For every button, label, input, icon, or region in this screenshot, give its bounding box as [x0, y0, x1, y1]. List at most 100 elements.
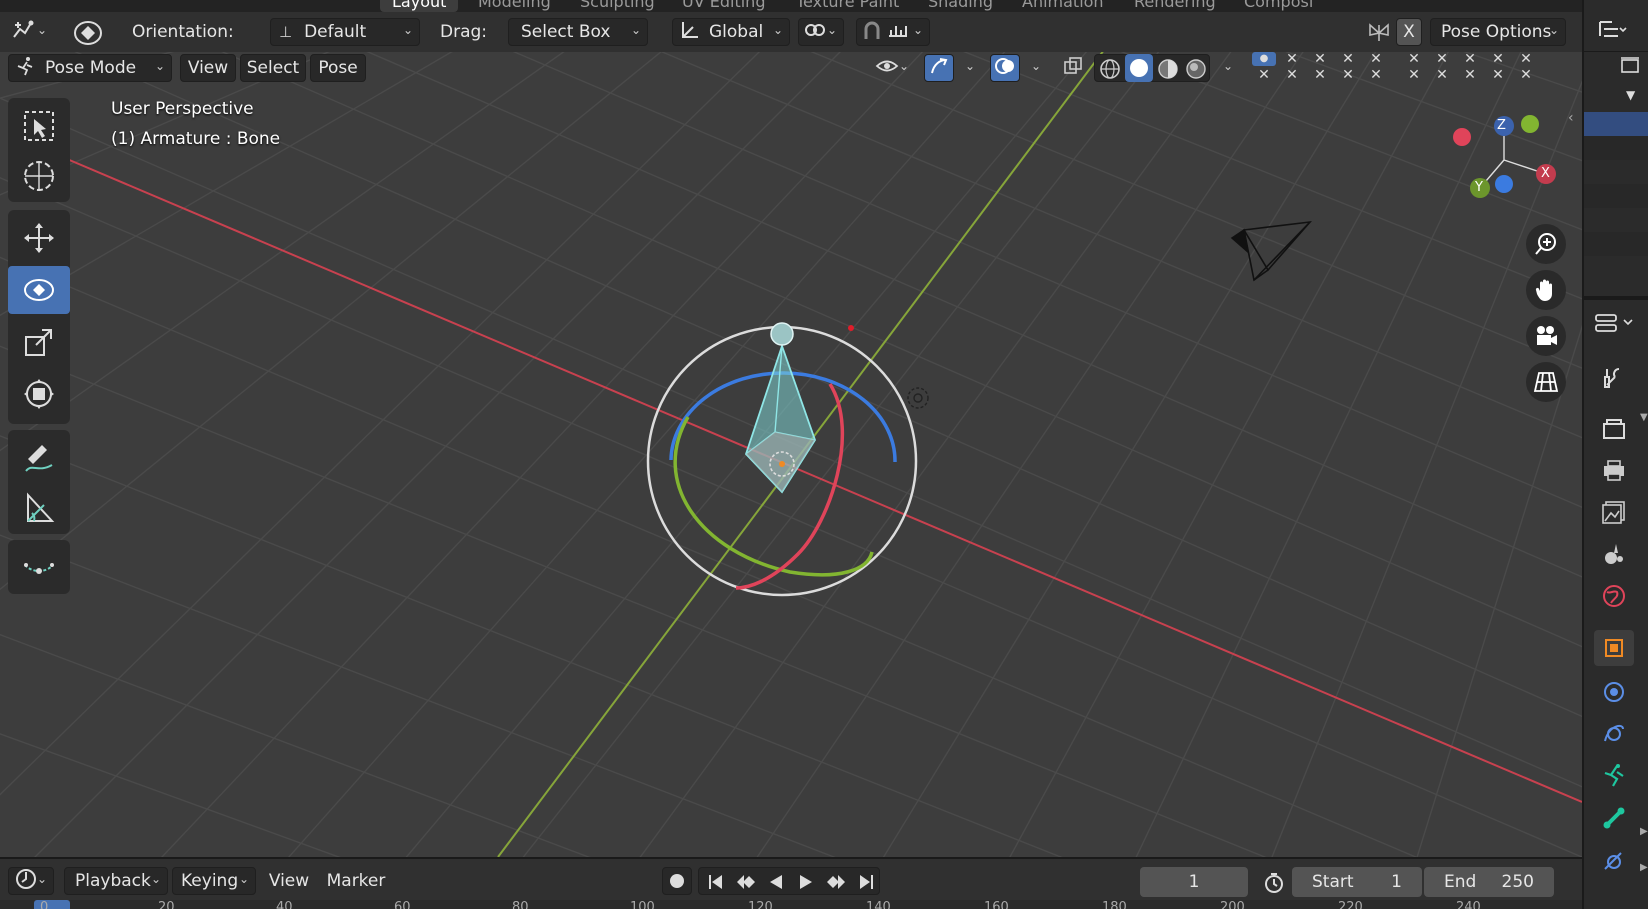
rotate-tool[interactable] — [8, 266, 70, 314]
filter-icon[interactable] — [1620, 56, 1640, 79]
pose-relax-tool[interactable] — [8, 544, 70, 592]
timeline-ruler[interactable]: 0 20 40 60 80 100 120 140 160 180 200 220 240 — [0, 900, 1582, 909]
tab-texture-paint[interactable]: Texture Paint — [796, 0, 899, 12]
bone-layer-toggle[interactable]: ✕ — [1486, 52, 1510, 66]
bone-layer-toggle[interactable]: ✕ — [1402, 52, 1426, 66]
tab-rendering[interactable]: Rendering — [1134, 0, 1216, 12]
transform-tool[interactable] — [8, 370, 70, 418]
panel-expand-icon[interactable]: ▶ — [1640, 862, 1648, 873]
bone-tail[interactable] — [770, 322, 794, 346]
view-layer-properties-tab[interactable] — [1594, 494, 1634, 530]
play-icon[interactable] — [791, 867, 821, 897]
tab-layout[interactable]: Layout — [380, 0, 459, 12]
menu-pose[interactable]: Pose — [310, 54, 366, 82]
constraints-properties-tab[interactable] — [1594, 716, 1634, 752]
bone-properties-tab[interactable] — [1594, 800, 1634, 836]
zoom-button[interactable] — [1526, 224, 1566, 264]
gizmo-neg-x[interactable] — [1453, 128, 1471, 146]
object-properties-tab[interactable] — [1594, 630, 1634, 666]
bone-layer-toggle[interactable]: ● — [1252, 52, 1276, 66]
jump-end-icon[interactable] — [851, 867, 881, 897]
bone-layer-toggle[interactable]: ✕ — [1514, 52, 1538, 66]
bone-layer-toggle[interactable]: ✕ — [1336, 52, 1360, 66]
bone-layer-toggle[interactable]: ✕ — [1336, 68, 1360, 82]
outliner-row[interactable] — [1584, 232, 1648, 256]
tab-shading[interactable]: Shading — [928, 0, 993, 12]
show-gizmo-toggle[interactable] — [924, 54, 954, 82]
tab-modeling[interactable]: Modeling — [478, 0, 551, 12]
physics-properties-tab[interactable] — [1594, 674, 1634, 710]
record-button[interactable] — [662, 867, 692, 895]
play-reverse-icon[interactable] — [761, 867, 791, 897]
camera-view-button[interactable] — [1526, 316, 1566, 356]
properties-editor-type[interactable] — [1594, 310, 1646, 342]
bone-layer-toggle[interactable]: ✕ — [1280, 68, 1304, 82]
annotate-tool[interactable] — [8, 434, 70, 482]
timeline-view-menu[interactable]: View — [264, 867, 314, 895]
tab-sculpting[interactable]: Sculpting — [580, 0, 655, 12]
bone-layer-toggle[interactable]: ✕ — [1308, 68, 1332, 82]
playback-menu[interactable]: Playback ⌄ — [64, 867, 168, 895]
bone-layer-toggle[interactable]: ✕ — [1252, 68, 1276, 82]
shading-dropdown[interactable]: ⌄ — [1212, 54, 1240, 82]
bone-layer-toggle[interactable]: ✕ — [1514, 68, 1538, 82]
sidebar-toggle-icon[interactable]: ‹ — [1568, 110, 1574, 126]
armature-properties-tab[interactable] — [1594, 758, 1634, 794]
outliner-selected-row[interactable] — [1584, 112, 1648, 136]
outliner-icon[interactable] — [1598, 18, 1628, 45]
light-object[interactable] — [907, 387, 929, 409]
transform-orientation-dropdown[interactable]: Global ⌄ — [672, 18, 790, 46]
xray-toggle[interactable] — [1058, 54, 1088, 82]
output-properties-tab[interactable] — [1594, 452, 1634, 488]
material-shading-icon[interactable] — [1157, 58, 1179, 85]
render-properties-tab[interactable] — [1594, 412, 1634, 448]
drag-dropdown[interactable]: Select Box ⌄ — [508, 18, 648, 46]
pivot-point-dropdown[interactable]: ⌄ — [798, 18, 844, 46]
bone-layer-toggle[interactable]: ✕ — [1364, 68, 1388, 82]
panel-expand-icon[interactable]: ▶ — [1640, 826, 1648, 837]
perspective-toggle-button[interactable] — [1526, 362, 1566, 402]
mode-dropdown[interactable]: Pose Mode ⌄ — [8, 54, 172, 82]
outliner-row[interactable] — [1584, 136, 1648, 160]
prev-keyframe-icon[interactable] — [731, 867, 761, 897]
jump-start-icon[interactable] — [701, 867, 731, 897]
bone-layer-toggle[interactable]: ✕ — [1486, 68, 1510, 82]
solid-shading-icon[interactable] — [1125, 54, 1153, 82]
next-keyframe-icon[interactable] — [821, 867, 851, 897]
cursor-tool[interactable] — [8, 152, 70, 200]
gizmo-dropdown[interactable]: ⌄ — [954, 54, 982, 82]
scale-tool[interactable] — [8, 318, 70, 366]
end-frame-field[interactable]: End 250 — [1424, 867, 1554, 897]
editor-type-button[interactable]: ⌄ — [6, 18, 54, 46]
bone-layer-toggle[interactable]: ✕ — [1308, 52, 1332, 66]
menu-select[interactable]: Select — [240, 54, 306, 82]
bone-layer-toggle[interactable]: ✕ — [1364, 52, 1388, 66]
start-frame-field[interactable]: Start 1 — [1292, 867, 1422, 897]
select-box-tool[interactable] — [8, 102, 70, 150]
overlays-dropdown[interactable]: ⌄ — [1020, 54, 1048, 82]
world-properties-tab[interactable] — [1594, 578, 1634, 614]
bone-constraint-properties-tab[interactable] — [1594, 844, 1634, 880]
bone-layer-toggle[interactable]: ✕ — [1402, 68, 1426, 82]
pan-button[interactable] — [1526, 270, 1566, 310]
x-mirror-toggle[interactable]: X — [1396, 18, 1422, 46]
pose-options-dropdown[interactable]: Pose Options ⌄ — [1430, 18, 1566, 46]
gizmo-neg-z[interactable] — [1495, 175, 1513, 193]
show-overlays-toggle[interactable] — [990, 54, 1020, 82]
shading-modes[interactable] — [1094, 54, 1210, 82]
tab-compositing[interactable]: Composi — [1244, 0, 1313, 12]
bone-layer-toggle[interactable]: ✕ — [1458, 68, 1482, 82]
tab-animation[interactable]: Animation — [1022, 0, 1104, 12]
filter-dropdown-icon[interactable]: ▼ — [1626, 88, 1635, 102]
keying-menu[interactable]: Keying ⌄ — [172, 867, 256, 895]
bone-layer-toggle[interactable]: ✕ — [1280, 52, 1304, 66]
move-tool[interactable] — [8, 214, 70, 262]
measure-tool[interactable] — [8, 484, 70, 532]
visibility-dropdown[interactable]: ⌄ — [870, 54, 916, 82]
butterfly-mirror-icon[interactable] — [1366, 21, 1392, 50]
panel-collapse-icon[interactable]: ▼ — [1640, 412, 1648, 423]
timeline-editor-type[interactable]: ⌄ — [8, 867, 54, 895]
marker-menu[interactable]: Marker — [322, 867, 390, 895]
wireframe-shading-icon[interactable] — [1099, 58, 1121, 85]
stopwatch-icon[interactable] — [1262, 871, 1286, 900]
